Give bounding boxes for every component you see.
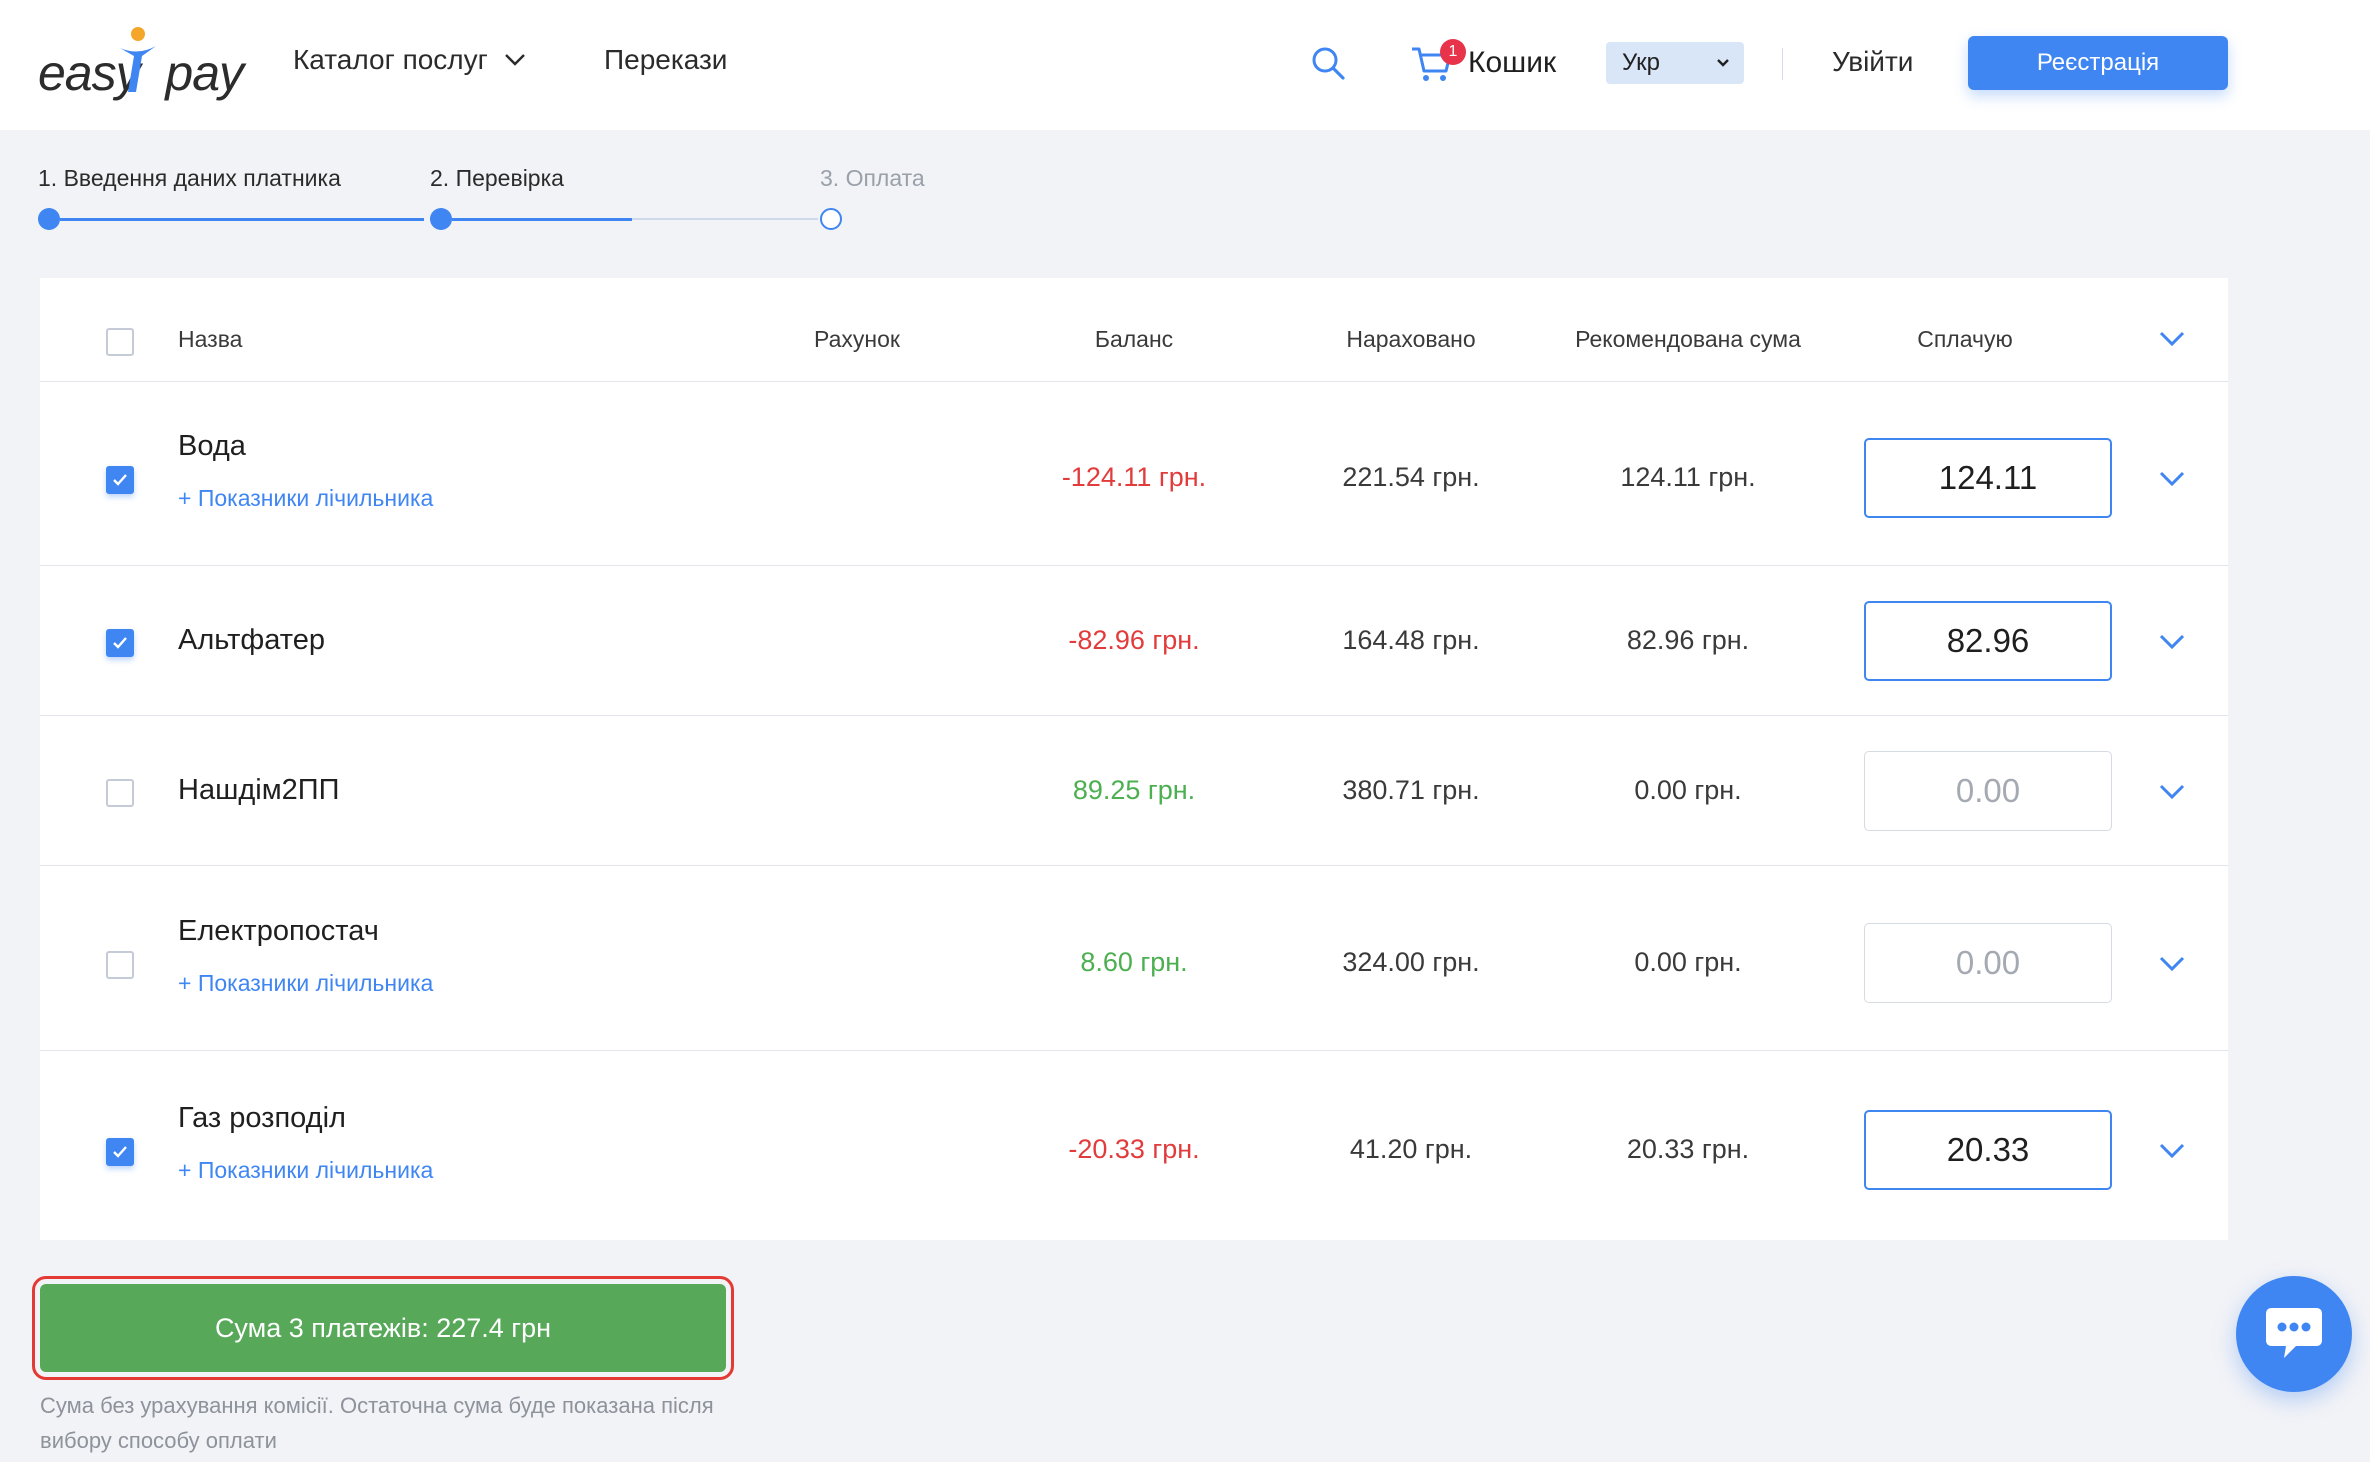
step-3-dot (820, 208, 842, 230)
select-all-checkbox[interactable] (106, 328, 134, 356)
row-balance: -82.96 грн. (1068, 625, 1200, 655)
payments-table: Назва Рахунок Баланс Нараховано Рекоменд… (40, 278, 2228, 1240)
row-recommended: 124.11 грн. (1620, 462, 1756, 492)
step-3-label: 3. Оплата (820, 165, 925, 191)
row-pay-amount-input[interactable] (1864, 922, 2112, 1003)
row-balance: -124.11 грн. (1061, 462, 1207, 492)
row-checkbox[interactable] (106, 629, 134, 657)
meter-readings-link[interactable]: + Показники лічильника (178, 485, 433, 512)
step-2-label: 2. Перевірка (430, 165, 564, 191)
row-service-name: Альтфатер (178, 624, 325, 656)
nav-transfers-label: Перекази (604, 44, 728, 75)
step-1-label: 1. Введення даних платника (38, 165, 341, 191)
register-button[interactable]: Реєстрація (1968, 36, 2228, 90)
cart-button[interactable]: 1 Кошик (1410, 38, 1556, 88)
row-checkbox[interactable] (106, 1137, 134, 1166)
search-icon[interactable] (1311, 46, 1345, 80)
language-value: Укр (1622, 49, 1661, 76)
cart-label: Кошик (1468, 46, 1557, 79)
row-checkbox[interactable] (106, 779, 134, 807)
nav-catalog-label: Каталог послуг (293, 44, 488, 75)
row-expand-chevron-icon[interactable] (2158, 633, 2186, 651)
row-accrued: 164.48 грн. (1342, 625, 1480, 655)
cart-icon: 1 (1410, 39, 1466, 85)
row-checkbox[interactable] (106, 466, 134, 494)
cart-count-badge: 1 (1440, 39, 1466, 65)
step-1-dot (38, 208, 60, 230)
row-balance: -20.33 грн. (1068, 1133, 1200, 1164)
table-row: Вода + Показники лічильника -124.11 грн. 22… (40, 382, 2228, 566)
row-pay-amount-input[interactable] (1864, 438, 2112, 518)
col-accrued: Нараховано (1346, 326, 1476, 352)
col-recommended: Рекомендована сума (1575, 326, 1801, 352)
row-pay-amount-input[interactable] (1864, 751, 2112, 831)
row-pay-amount-input[interactable] (1864, 601, 2112, 681)
table-header: Назва Рахунок Баланс Нараховано Рекоменд… (40, 278, 2228, 382)
header-divider (1782, 48, 1783, 80)
col-name: Назва (178, 326, 243, 352)
row-accrued: 221.54 грн. (1342, 462, 1480, 492)
row-pay-amount-input[interactable] (1864, 1109, 2112, 1190)
col-account: Рахунок (814, 326, 900, 352)
login-link[interactable]: Увійти (1832, 46, 1913, 78)
commission-note: Сума без урахування комісії. Остаточна с… (40, 1393, 714, 1453)
chevron-down-icon (1717, 59, 1729, 67)
nav-catalog[interactable]: Каталог послуг (293, 44, 526, 76)
row-recommended: 0.00 грн. (1634, 946, 1742, 977)
row-accrued: 41.20 грн. (1349, 1133, 1473, 1164)
top-header: easy pay Каталог послуг Перекази 1 Кошик… (0, 0, 2370, 130)
row-recommended: 82.96 грн. (1626, 625, 1750, 655)
row-service-name: Газ розподіл (178, 1101, 346, 1134)
row-expand-chevron-icon[interactable] (2158, 783, 2186, 801)
row-service-name: Нашдім2ПП (178, 774, 340, 806)
col-balance: Баланс (1094, 326, 1174, 352)
table-row: Електропостач + Показники лічильника 8.60 … (40, 866, 2228, 1051)
step-line-1 (60, 218, 424, 221)
row-balance: 8.60 грн. (1080, 946, 1188, 977)
row-expand-chevron-icon[interactable] (2158, 470, 2186, 488)
step-line-2-remaining (632, 218, 818, 220)
row-expand-chevron-icon[interactable] (2158, 955, 2186, 973)
easypay-logo[interactable]: easy pay (38, 24, 244, 108)
pay-total-button[interactable]: Сума 3 платежів: 227.4 грн (40, 1284, 726, 1372)
table-row: Нашдім2ПП 89.25 грн. 380.71 грн. 0.00 грн. (40, 716, 2228, 866)
row-accrued: 324.00 грн. (1342, 946, 1480, 977)
meter-readings-link[interactable]: + Показники лічильника (178, 1157, 433, 1184)
row-service-name: Вода (178, 430, 246, 462)
chevron-down-icon (505, 54, 525, 66)
expand-all-chevron-icon[interactable] (2158, 330, 2186, 348)
table-row: Газ розподіл + Показники лічильника -20.33… (40, 1051, 2228, 1240)
row-checkbox[interactable] (106, 950, 134, 979)
chat-button[interactable] (2236, 1276, 2352, 1392)
table-row: Альтфатер -82.96 грн. 164.48 грн. 82.96 грн… (40, 566, 2228, 716)
row-expand-chevron-icon[interactable] (2158, 1142, 2186, 1160)
chat-bubble-icon (2266, 1308, 2322, 1358)
row-service-name: Електропостач (178, 914, 379, 947)
col-paying: Сплачую (1917, 326, 2013, 352)
logo-figure-icon (120, 27, 156, 92)
nav-transfers[interactable]: Перекази (604, 44, 727, 76)
row-balance: 89.25 грн. (1072, 775, 1196, 805)
meter-readings-link[interactable]: + Показники лічильника (178, 970, 433, 997)
step-line-2-progress (452, 218, 632, 221)
step-2-dot (430, 208, 452, 230)
row-accrued: 380.71 грн. (1342, 775, 1480, 805)
row-recommended: 20.33 грн. (1626, 1133, 1750, 1164)
row-recommended: 0.00 грн. (1634, 775, 1742, 805)
language-select[interactable]: Укр (1606, 42, 1744, 84)
checkout-stepper: 1. Введення даних платника 2. Перевірка … (38, 165, 938, 235)
